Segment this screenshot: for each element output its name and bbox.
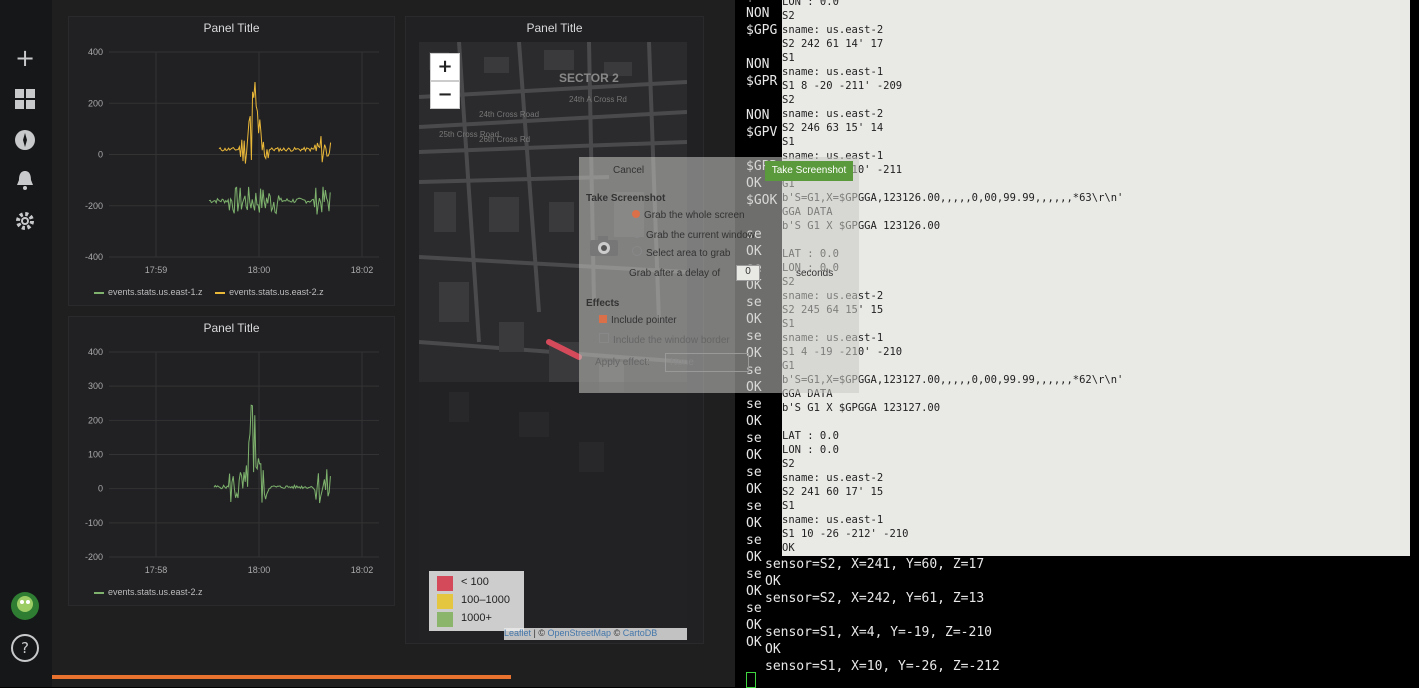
radio-select-area[interactable]: Select area to grab	[632, 246, 731, 259]
y-tick-label: 200	[88, 415, 103, 425]
panel-title[interactable]: Panel Title	[406, 21, 703, 35]
legend-item[interactable]: events.stats.us.east-1.z	[94, 287, 203, 297]
x-tick-label: 18:00	[248, 265, 271, 275]
y-tick-label: -200	[85, 552, 103, 562]
map-attribution: Leaflet | © OpenStreetMap © CartoDB	[504, 628, 687, 640]
y-tick-label: 300	[88, 381, 103, 391]
apply-effect-select[interactable]: None	[665, 353, 749, 372]
plus-icon[interactable]: +	[12, 45, 38, 71]
leaflet-link[interactable]: Leaflet	[504, 628, 531, 638]
delay-label: Grab after a delay of	[629, 268, 721, 279]
map-legend: < 100 100–1000 1000+	[429, 571, 524, 631]
y-tick-label: 200	[88, 98, 103, 108]
y-tick-label: 400	[88, 347, 103, 357]
terminal-cursor	[746, 672, 756, 688]
terminal-output: sensor=S2, X=241, Y=60, Z=17 OK sensor=S…	[765, 557, 1000, 674]
map-label: 24th Cross Road	[479, 110, 539, 119]
screenshot-dialog: Cancel Take Screenshot Take Screenshot G…	[579, 157, 859, 393]
include-border-checkbox[interactable]: Include the window border	[599, 333, 730, 346]
panel-graph-2: Panel Title 400 300 200 100 0 -100 -200 17:58 18…	[68, 316, 395, 606]
cancel-button[interactable]: Cancel	[613, 165, 644, 176]
map-label: SECTOR 2	[559, 71, 619, 85]
panel-graph-1: Panel Title 400 200 0 -200 -400 17:59 18:00 18:…	[68, 16, 395, 306]
y-tick-label: 0	[98, 150, 103, 160]
include-pointer-checkbox[interactable]: Include pointer	[599, 315, 677, 326]
graph-1: 400 200 0 -200 -400 17:59 18:00 18:02	[85, 47, 379, 275]
text-editor[interactable]: LON : 0.0 S2 sname: us.east-2 S2 242 61 …	[782, 0, 1410, 556]
y-tick-label: -100	[85, 518, 103, 528]
compass-icon[interactable]	[12, 129, 38, 155]
effects-heading: Effects	[586, 298, 620, 309]
y-tick-label: -400	[85, 252, 103, 262]
legend-item[interactable]: events.stats.us.east-2.z	[94, 587, 203, 597]
y-tick-label: -200	[85, 201, 103, 211]
bell-icon[interactable]	[12, 169, 38, 195]
x-tick-label: 17:58	[145, 565, 168, 575]
radio-current-window[interactable]: Grab the current window	[632, 228, 755, 241]
legend: events.stats.us.east-1.z events.stats.us…	[94, 287, 324, 297]
apply-effect-label: Apply effect:	[595, 357, 650, 368]
delay-unit: seconds	[796, 268, 834, 279]
zoom-in-button[interactable]: +	[430, 53, 460, 81]
take-screenshot-button[interactable]: Take Screenshot	[765, 161, 853, 181]
y-tick-label: 0	[98, 484, 103, 494]
series-line	[208, 186, 331, 215]
legend-item[interactable]: events.stats.us.east-2.z	[215, 287, 324, 297]
y-tick-label: 400	[88, 47, 103, 57]
map-legend-item: 100–1000	[437, 594, 510, 609]
delay-input[interactable]: 0	[736, 265, 760, 281]
map-legend-item: < 100	[437, 576, 489, 591]
x-tick-label: 18:02	[351, 565, 374, 575]
map-label: 26th Cross Rd	[479, 135, 530, 144]
camera-icon	[589, 235, 619, 257]
help-icon[interactable]: ?	[11, 634, 39, 662]
scrollbar[interactable]	[1410, 0, 1419, 556]
legend: events.stats.us.east-2.z	[94, 587, 203, 597]
terminal-bottom: sensor=S2, X=241, Y=60, Z=17 OK sensor=S…	[765, 556, 1000, 675]
sidebar: + ?	[0, 0, 52, 687]
series-line	[218, 81, 332, 164]
x-tick-label: 18:00	[248, 565, 271, 575]
map-label: 24th A Cross Rd	[569, 95, 627, 104]
x-tick-label: 18:02	[351, 265, 374, 275]
map-legend-item: 1000+	[437, 612, 492, 627]
progress-bar	[52, 675, 512, 679]
avatar[interactable]	[10, 591, 40, 621]
zoom-out-button[interactable]: −	[430, 81, 460, 109]
carto-link[interactable]: CartoDB	[623, 628, 658, 638]
x-tick-label: 17:59	[145, 265, 168, 275]
dashboard-grid-icon[interactable]	[12, 88, 38, 114]
radio-whole-screen[interactable]: Grab the whole screen	[632, 210, 745, 221]
dialog-heading: Take Screenshot	[586, 193, 666, 204]
osm-link[interactable]: OpenStreetMap	[548, 628, 612, 638]
graph-2: 400 300 200 100 0 -100 -200 17:58 18:00 18:02	[85, 347, 379, 575]
y-tick-label: 100	[88, 450, 103, 460]
gear-icon[interactable]	[12, 210, 38, 236]
